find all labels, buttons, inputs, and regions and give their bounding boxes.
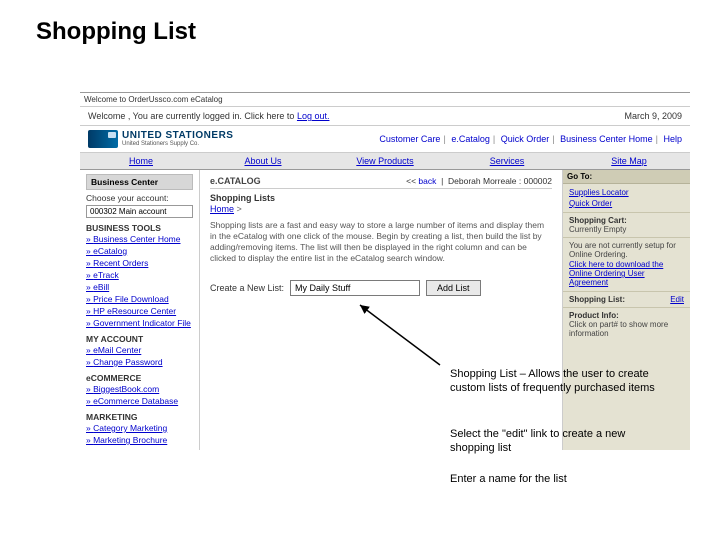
create-list-label: Create a New List: — [210, 283, 284, 293]
top-nav: Customer Care| e.Catalog| Quick Order| B… — [379, 134, 682, 144]
account-select[interactable]: 000302 Main account — [86, 205, 193, 218]
edit-link[interactable]: Edit — [670, 295, 684, 304]
welcome-text: Welcome , You are currently logged in. C… — [88, 111, 297, 121]
back-user-block: << back | Deborah Morreale : 000002 — [406, 176, 552, 186]
sidebar-price-file[interactable]: Price File Download — [86, 293, 193, 305]
sidebar-bc-home[interactable]: Business Center Home — [86, 233, 193, 245]
nav-home[interactable]: Home — [80, 153, 202, 169]
sidebar-change-password[interactable]: Change Password — [86, 356, 193, 368]
logo: UNITED STATIONERS United Stationers Supp… — [88, 130, 233, 148]
nav-products[interactable]: View Products — [324, 153, 446, 169]
add-list-button[interactable]: Add List — [426, 280, 481, 296]
crumb-sep: > — [237, 204, 242, 214]
section-my-account: MY ACCOUNT — [86, 334, 193, 344]
create-list-row: Create a New List: Add List — [210, 280, 552, 296]
sidebar-marketing-brochure[interactable]: Marketing Brochure — [86, 434, 193, 446]
product-info-hint: Click on part# to show more information — [569, 320, 684, 338]
rc-quick-order[interactable]: Quick Order — [569, 198, 684, 209]
cart-state: Currently Empty — [569, 225, 684, 234]
goto-heading: Go To: — [563, 170, 690, 184]
sidebar-biggestbook[interactable]: BiggestBook.com — [86, 383, 193, 395]
brand-row: UNITED STATIONERS United Stationers Supp… — [80, 126, 690, 153]
nav-services[interactable]: Services — [446, 153, 568, 169]
product-info-label: Product Info: — [569, 311, 684, 320]
intro-text: Shopping lists are a fast and easy way t… — [210, 220, 552, 264]
shopping-list-label: Shopping List: — [569, 295, 625, 304]
breadcrumb: Home > — [210, 204, 552, 214]
nav-about[interactable]: About Us — [202, 153, 324, 169]
rc-supplies-locator[interactable]: Supplies Locator — [569, 187, 684, 198]
section-marketing: MARKETING — [86, 412, 193, 422]
section-business-tools: BUSINESS TOOLS — [86, 223, 193, 233]
welcome-line: Welcome , You are currently logged in. C… — [88, 111, 329, 121]
annotation-arrow-icon — [355, 300, 445, 373]
topnav-business-center[interactable]: Business Center Home — [560, 134, 653, 144]
sidebar-email-center[interactable]: eMail Center — [86, 344, 193, 356]
download-agreement-link[interactable]: Click here to download the Online Orderi… — [569, 259, 684, 288]
list-name-input[interactable] — [290, 280, 420, 296]
crumb-home[interactable]: Home — [210, 204, 234, 214]
annotation-1: Shopping List – Allows the user to creat… — [450, 368, 670, 396]
sidebar-etrack[interactable]: eTrack — [86, 269, 193, 281]
slide-title: Shopping List — [36, 18, 196, 46]
url-bar: Welcome to OrderUssco.com eCatalog — [80, 93, 690, 107]
sidebar: Business Center Choose your account: 000… — [80, 170, 200, 450]
topnav-quick-order[interactable]: Quick Order — [501, 134, 550, 144]
main-nav: Home About Us View Products Services Sit… — [80, 153, 690, 170]
sidebar-ebill[interactable]: eBill — [86, 281, 193, 293]
sidebar-ecommerce-db[interactable]: eCommerce Database — [86, 395, 193, 407]
logo-mark-icon — [88, 130, 118, 148]
cart-label: Shopping Cart: — [569, 216, 684, 225]
topnav-customer-care[interactable]: Customer Care — [379, 134, 440, 144]
header-date: March 9, 2009 — [624, 111, 682, 121]
ecatalog-label: e.CATALOG — [210, 176, 261, 186]
topnav-help[interactable]: Help — [663, 134, 682, 144]
right-column: Go To: Supplies Locator Quick Order Shop… — [562, 170, 690, 450]
sidebar-recent-orders[interactable]: Recent Orders — [86, 257, 193, 269]
sidebar-category-marketing[interactable]: Category Marketing — [86, 422, 193, 434]
brand-sub: United Stationers Supply Co. — [122, 141, 233, 147]
logout-link[interactable]: Log out. — [297, 111, 330, 121]
header-strip: Welcome , You are currently logged in. C… — [80, 107, 690, 126]
annotation-2: Select the "edit" link to create a new s… — [450, 428, 670, 456]
sidebar-gov-indicator[interactable]: Government Indicator File — [86, 317, 193, 329]
setup-msg: You are not currently setup for Online O… — [569, 241, 684, 259]
annotation-3: Enter a name for the list — [450, 473, 670, 487]
user-display: Deborah Morreale : 000002 — [448, 176, 552, 186]
sidebar-panel-title: Business Center — [86, 174, 193, 190]
back-link[interactable]: back — [418, 176, 436, 186]
sidebar-ecatalog[interactable]: eCatalog — [86, 245, 193, 257]
choose-account-label: Choose your account: — [86, 193, 193, 203]
brand-name: UNITED STATIONERS — [122, 131, 233, 141]
page-subtitle: Shopping Lists — [210, 193, 552, 203]
nav-sitemap[interactable]: Site Map — [568, 153, 690, 169]
topnav-ecatalog[interactable]: e.Catalog — [451, 134, 490, 144]
sidebar-hp-eresource[interactable]: HP eResource Center — [86, 305, 193, 317]
section-ecommerce: eCOMMERCE — [86, 373, 193, 383]
